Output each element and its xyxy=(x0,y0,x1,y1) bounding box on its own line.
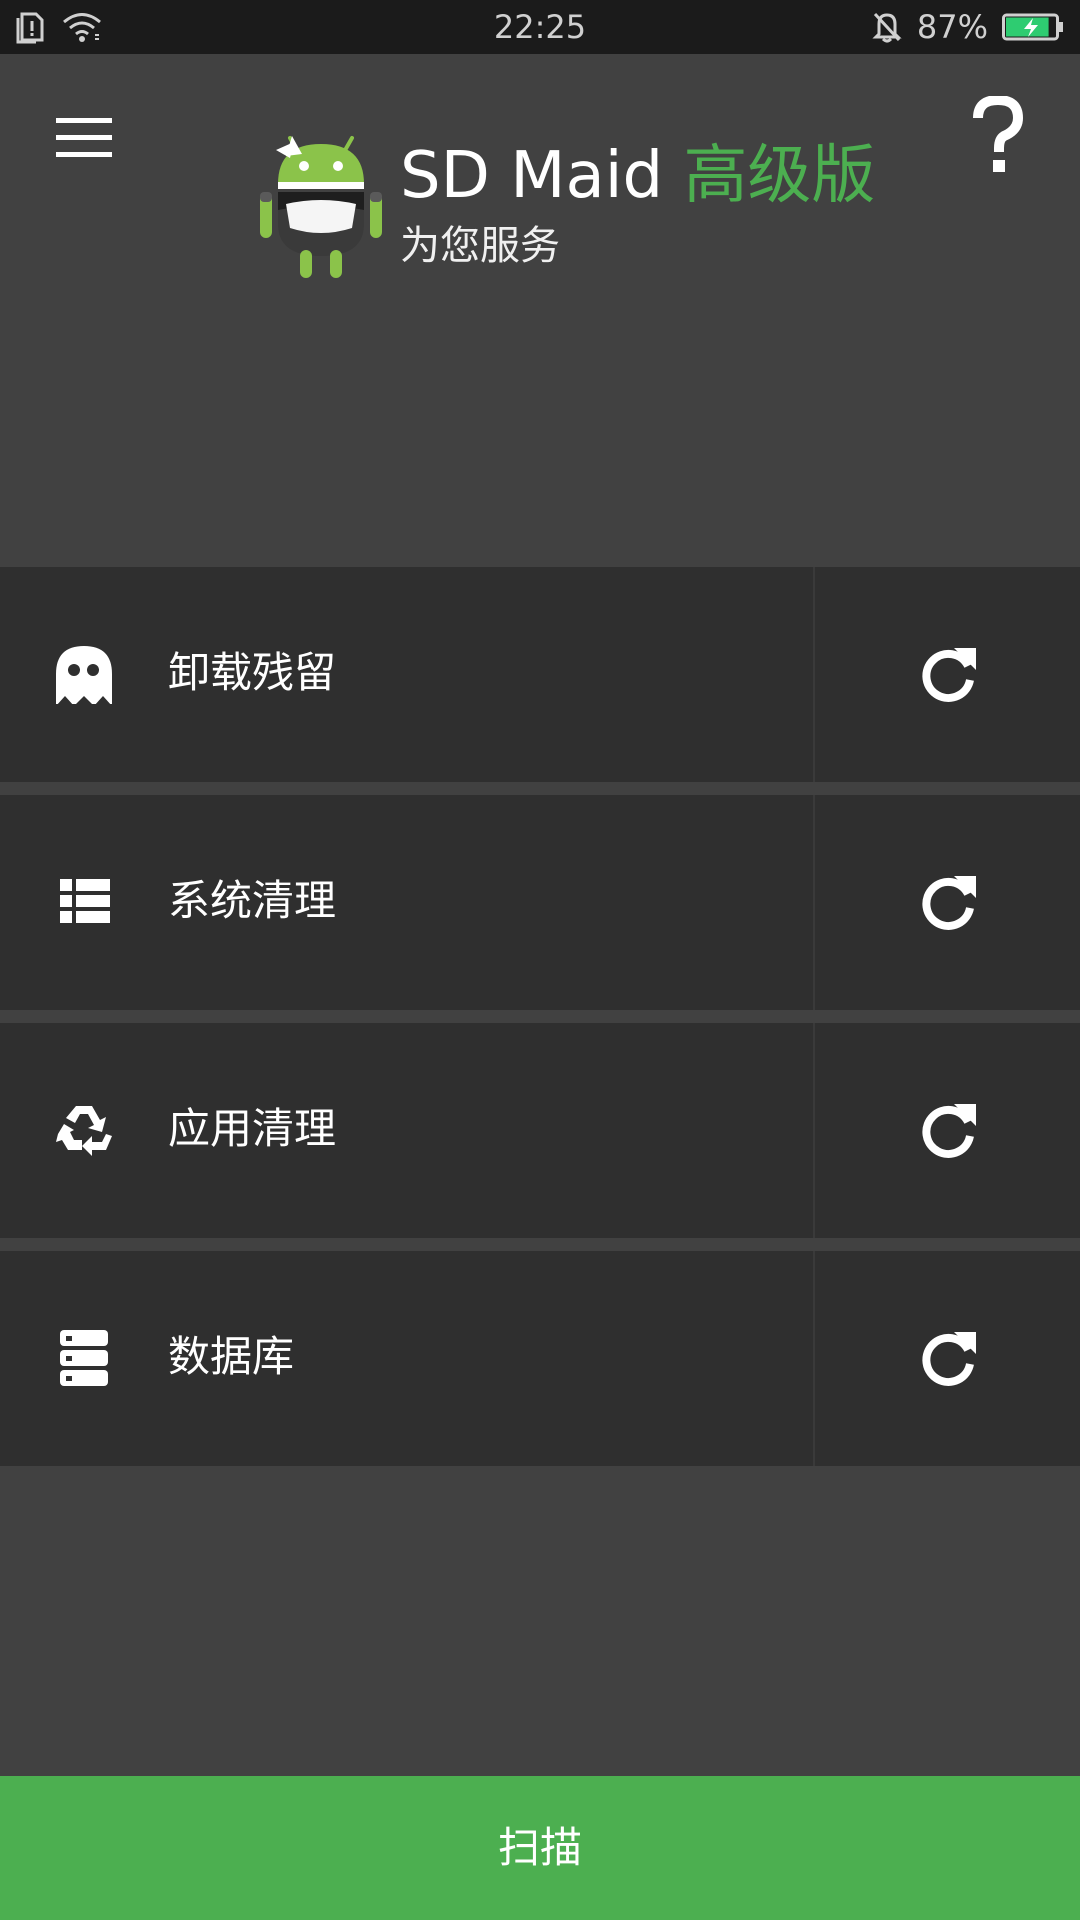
tool-row-databases: 数据库 xyxy=(0,1251,1080,1466)
battery-charging-icon xyxy=(1002,13,1063,41)
refresh-icon xyxy=(922,1104,976,1158)
tool-systemcleaner-button[interactable]: 系统清理 xyxy=(0,795,813,1010)
refresh-icon xyxy=(922,648,976,702)
tool-row-corpsefinder: 卸载残留 xyxy=(0,567,1080,782)
tool-row-appcleaner: 应用清理 xyxy=(0,1023,1080,1238)
recycle-icon xyxy=(56,1106,112,1156)
tool-label: 卸载残留 xyxy=(168,648,337,697)
android-maid-logo xyxy=(260,136,382,278)
bell-off-icon xyxy=(872,12,902,43)
scan-button[interactable]: 扫描 xyxy=(0,1776,1080,1920)
tool-appcleaner-refresh-button[interactable] xyxy=(815,1023,1080,1238)
status-bar: 22:25 87% xyxy=(0,0,1080,54)
tool-label: 数据库 xyxy=(168,1332,295,1381)
list-icon xyxy=(60,879,110,923)
tool-label: 系统清理 xyxy=(168,876,337,925)
refresh-icon xyxy=(922,1332,976,1386)
menu-icon[interactable] xyxy=(56,118,112,158)
tool-label: 应用清理 xyxy=(168,1104,337,1153)
battery-percent: 87% xyxy=(916,8,988,46)
app-title: SD Maid 高级版 xyxy=(400,140,875,212)
tool-corpsefinder-refresh-button[interactable] xyxy=(815,567,1080,782)
app-title-main: SD Maid xyxy=(400,139,664,213)
refresh-icon xyxy=(922,876,976,930)
tool-systemcleaner-refresh-button[interactable] xyxy=(815,795,1080,1010)
database-icon xyxy=(60,1330,108,1386)
sd-maid-main-screen: 22:25 87% SD Maid 高级版 为您服务 卸载残留 系统清理 应用清… xyxy=(0,0,1080,1920)
tool-databases-button[interactable]: 数据库 xyxy=(0,1251,813,1466)
tool-corpsefinder-button[interactable]: 卸载残留 xyxy=(0,567,813,782)
help-icon[interactable] xyxy=(970,96,1026,176)
tool-databases-refresh-button[interactable] xyxy=(815,1251,1080,1466)
tool-appcleaner-button[interactable]: 应用清理 xyxy=(0,1023,813,1238)
ghost-icon xyxy=(56,646,112,704)
app-title-pro-badge: 高级版 xyxy=(683,139,876,213)
tool-row-systemcleaner: 系统清理 xyxy=(0,795,1080,1010)
app-subtitle: 为您服务 xyxy=(400,223,560,269)
